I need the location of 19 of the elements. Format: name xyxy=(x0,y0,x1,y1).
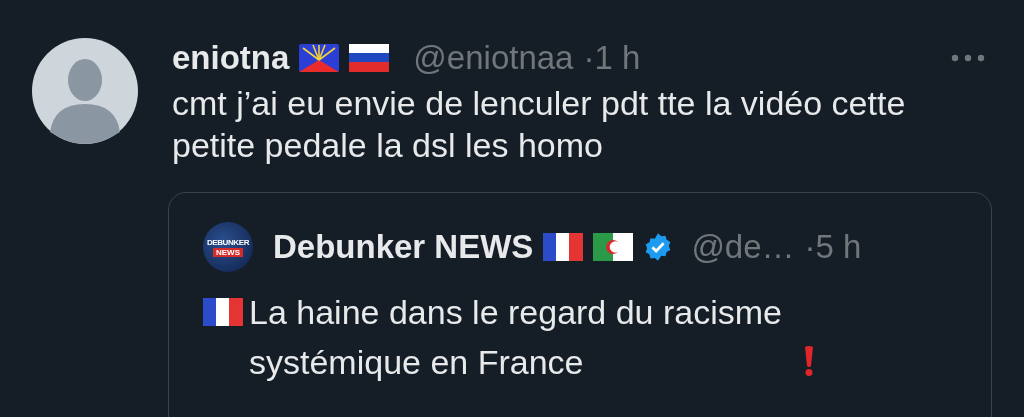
flag-icon xyxy=(543,233,584,261)
user-handle[interactable]: @eniotnaa xyxy=(413,39,574,77)
flag-icon xyxy=(299,44,340,72)
quoted-post-card[interactable]: DEBUNKER NEWS Debunker NEWS @de… ·5 h La haine dans le regard du racisme systémique en France xyxy=(168,192,992,417)
exclamation-icon xyxy=(803,345,815,377)
flag-icon xyxy=(593,233,634,261)
flag-icon xyxy=(349,44,390,72)
logo-text: DEBUNKER xyxy=(206,237,250,247)
post-text: cmt j’ai eu envie de lenculer pdt tte la vidéo cette petite pedale la dsl les homo xyxy=(172,83,907,166)
user-handle[interactable]: @de… xyxy=(691,228,795,266)
display-name[interactable]: eniotna xyxy=(172,39,290,77)
display-name[interactable]: Debunker NEWS xyxy=(273,228,534,266)
more-options-icon[interactable] xyxy=(950,53,986,63)
flag-icon xyxy=(203,298,243,326)
quoted-post-text: La haine dans le regard du racisme systémique en France xyxy=(249,292,783,383)
logo-text: NEWS xyxy=(213,247,243,257)
post-time[interactable]: ·1 h xyxy=(583,39,641,77)
avatar-silhouette[interactable] xyxy=(32,38,138,144)
post-time[interactable]: ·5 h xyxy=(804,228,862,266)
